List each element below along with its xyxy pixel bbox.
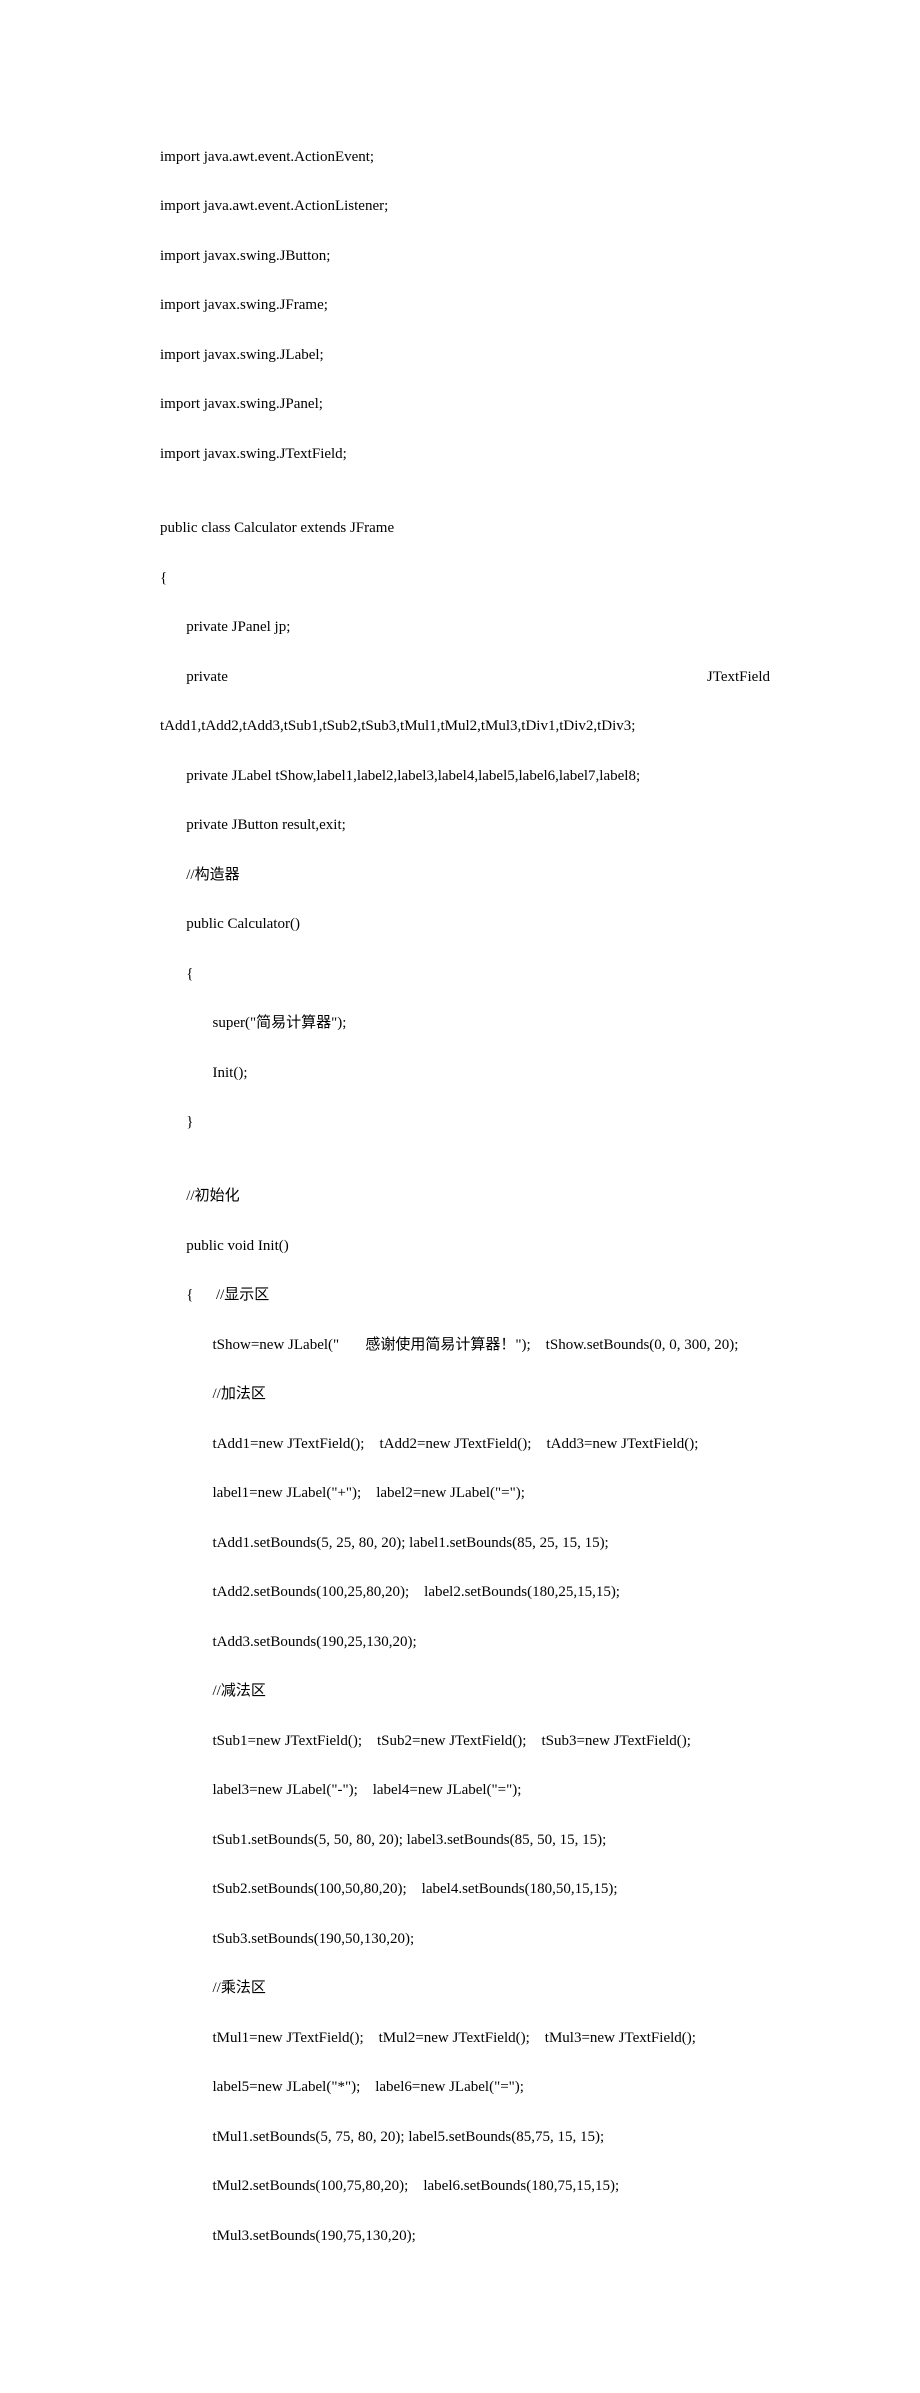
code-line: import javax.swing.JTextField; xyxy=(160,442,770,467)
code-line: tMul2.setBounds(100,75,80,20); label6.se… xyxy=(160,2174,770,2199)
code-line: private JPanel jp; xyxy=(160,615,770,640)
code-fragment: private xyxy=(160,665,228,690)
code-line: label5=new JLabel("*"); label6=new JLabe… xyxy=(160,2075,770,2100)
code-line: public Calculator() xyxy=(160,912,770,937)
code-line: tAdd3.setBounds(190,25,130,20); xyxy=(160,1630,770,1655)
code-line: //乘法区 xyxy=(160,1976,770,2001)
code-line: { xyxy=(160,566,770,591)
code-line: tAdd1.setBounds(5, 25, 80, 20); label1.s… xyxy=(160,1531,770,1556)
code-line: tAdd2.setBounds(100,25,80,20); label2.se… xyxy=(160,1580,770,1605)
code-line-justified: private JTextField xyxy=(160,665,770,690)
code-line: tMul1=new JTextField(); tMul2=new JTextF… xyxy=(160,2026,770,2051)
code-line: import java.awt.event.ActionListener; xyxy=(160,194,770,219)
code-line: { //显示区 xyxy=(160,1283,770,1308)
code-line: tShow=new JLabel(" 感谢使用简易计算器！"); tShow.s… xyxy=(160,1333,770,1358)
code-line: public void Init() xyxy=(160,1234,770,1259)
code-line: //初始化 xyxy=(160,1184,770,1209)
code-line: tAdd1,tAdd2,tAdd3,tSub1,tSub2,tSub3,tMul… xyxy=(160,714,770,739)
code-line: import javax.swing.JFrame; xyxy=(160,293,770,318)
code-line: { xyxy=(160,962,770,987)
code-line: tAdd1=new JTextField(); tAdd2=new JTextF… xyxy=(160,1432,770,1457)
code-line: label3=new JLabel("-"); label4=new JLabe… xyxy=(160,1778,770,1803)
code-line: tSub1=new JTextField(); tSub2=new JTextF… xyxy=(160,1729,770,1754)
code-line: Init(); xyxy=(160,1061,770,1086)
code-document: import java.awt.event.ActionEvent; impor… xyxy=(0,0,920,2393)
code-line: super("简易计算器"); xyxy=(160,1011,770,1036)
code-line: private JButton result,exit; xyxy=(160,813,770,838)
code-line: //减法区 xyxy=(160,1679,770,1704)
code-line: tSub3.setBounds(190,50,130,20); xyxy=(160,1927,770,1952)
code-line: tMul1.setBounds(5, 75, 80, 20); label5.s… xyxy=(160,2125,770,2150)
code-line: //加法区 xyxy=(160,1382,770,1407)
code-line: import java.awt.event.ActionEvent; xyxy=(160,145,770,170)
code-line: } xyxy=(160,1110,770,1135)
code-line: import javax.swing.JPanel; xyxy=(160,392,770,417)
code-line: private JLabel tShow,label1,label2,label… xyxy=(160,764,770,789)
code-line: tSub2.setBounds(100,50,80,20); label4.se… xyxy=(160,1877,770,1902)
code-line: label1=new JLabel("+"); label2=new JLabe… xyxy=(160,1481,770,1506)
code-line: tMul3.setBounds(190,75,130,20); xyxy=(160,2224,770,2249)
code-line: public class Calculator extends JFrame xyxy=(160,516,770,541)
code-line: import javax.swing.JLabel; xyxy=(160,343,770,368)
code-line: //构造器 xyxy=(160,863,770,888)
code-fragment: JTextField xyxy=(707,665,770,690)
code-line: import javax.swing.JButton; xyxy=(160,244,770,269)
code-line: tSub1.setBounds(5, 50, 80, 20); label3.s… xyxy=(160,1828,770,1853)
